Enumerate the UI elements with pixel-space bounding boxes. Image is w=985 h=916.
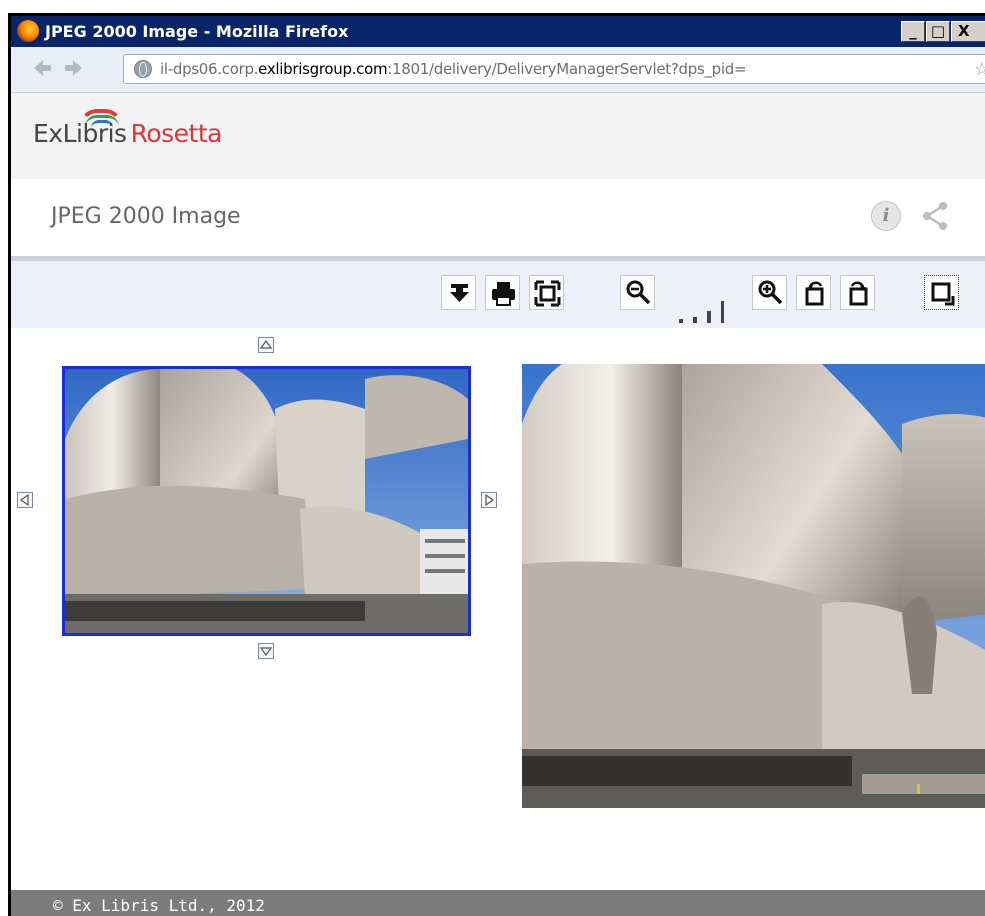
forward-arrow-icon[interactable] [63, 57, 85, 79]
url-prefix: il-dps06.corp. [160, 60, 259, 78]
url-domain: exlibrisgroup.com [258, 60, 388, 78]
building-thumbnail-image [65, 369, 468, 633]
pan-left-button[interactable] [17, 492, 33, 508]
full-size-button[interactable] [924, 275, 959, 310]
triangle-up-icon [259, 339, 273, 349]
full-size-icon [931, 282, 955, 306]
download-icon [450, 284, 469, 302]
rotate-right-icon [849, 281, 868, 306]
back-arrow-icon[interactable] [31, 57, 53, 79]
globe-icon [134, 60, 152, 78]
fit-to-screen-icon [534, 280, 561, 307]
main-image-view[interactable] [522, 364, 985, 808]
pan-right-button[interactable] [481, 492, 497, 508]
url-text: il-dps06.corp.exlibrisgroup.com:1801/del… [160, 60, 747, 78]
rotate-right-button[interactable] [840, 275, 875, 310]
copyright-text: © Ex Libris Ltd., 2012 [53, 896, 265, 915]
minimize-button[interactable]: _ [901, 21, 925, 42]
window-title: JPEG 2000 Image - Mozilla Firefox [45, 22, 349, 41]
viewer-toolbar [11, 258, 985, 328]
rotate-left-button[interactable] [796, 275, 831, 310]
exlibris-rosetta-logo[interactable]: ExLibris Rosetta [33, 119, 222, 148]
triangle-left-icon [19, 493, 29, 507]
triangle-right-icon [485, 493, 495, 507]
print-icon [492, 282, 515, 306]
logo-rosetta-text: Rosetta [130, 119, 223, 148]
pan-down-button[interactable] [258, 643, 274, 659]
maximize-button[interactable]: □ [926, 21, 950, 42]
fit-to-screen-button[interactable] [529, 275, 564, 310]
building-main-image [522, 364, 985, 808]
url-input[interactable]: il-dps06.corp.exlibrisgroup.com:1801/del… [123, 54, 985, 84]
brand-bar: ExLibris Rosetta [11, 93, 985, 180]
page-title: JPEG 2000 Image [51, 204, 241, 229]
info-icon[interactable]: i [871, 201, 901, 231]
navigation-bar: il-dps06.corp.exlibrisgroup.com:1801/del… [11, 47, 985, 93]
zoom-in-button[interactable] [752, 275, 787, 310]
pan-up-button[interactable] [258, 337, 274, 353]
zoom-out-icon [626, 280, 651, 305]
close-button[interactable]: X [951, 21, 985, 42]
logo-exlibris-text: ExLibris [33, 119, 127, 148]
thumbnail-navigator[interactable] [62, 366, 471, 636]
page-header: JPEG 2000 Image i [11, 179, 985, 258]
footer: © Ex Libris Ltd., 2012 [11, 890, 985, 916]
triangle-down-icon [259, 647, 273, 657]
zoom-out-button[interactable] [620, 275, 655, 310]
print-button[interactable] [485, 275, 520, 310]
zoom-in-icon [758, 280, 783, 305]
title-bar[interactable]: JPEG 2000 Image - Mozilla Firefox _ □ X [11, 16, 985, 47]
url-suffix: :1801/delivery/DeliveryManagerServlet?dp… [387, 60, 747, 78]
browser-window: JPEG 2000 Image - Mozilla Firefox _ □ X … [8, 13, 985, 916]
rotate-left-icon [805, 281, 824, 306]
viewer-content [11, 328, 985, 890]
zoom-level-indicator [675, 301, 727, 323]
bookmark-star-icon[interactable]: ☆ [974, 59, 985, 80]
share-icon[interactable] [919, 201, 955, 231]
download-button[interactable] [441, 275, 476, 310]
firefox-icon [17, 20, 39, 42]
